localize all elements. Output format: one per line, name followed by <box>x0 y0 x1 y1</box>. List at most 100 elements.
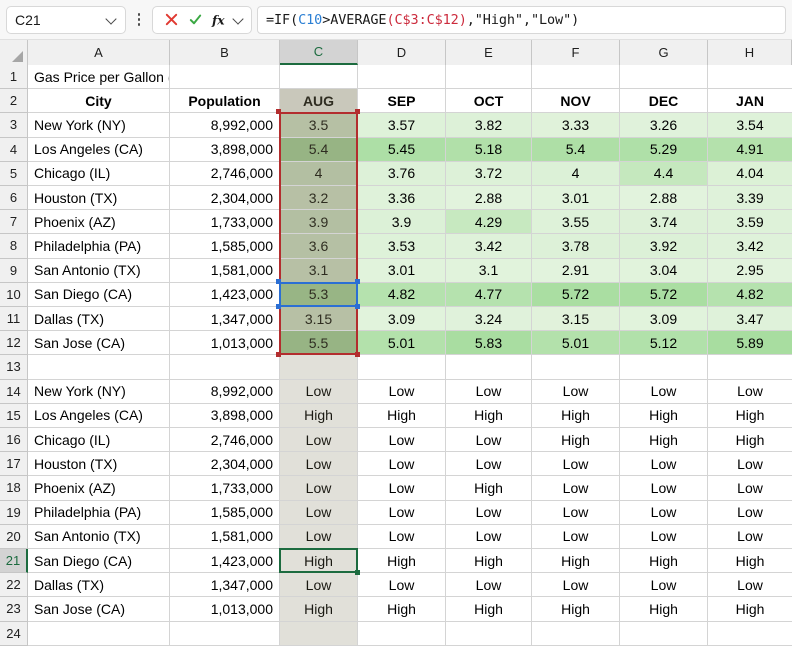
cell-B1[interactable] <box>170 65 280 90</box>
row-header-5[interactable]: 5 <box>0 161 28 186</box>
cell-H23[interactable]: High <box>708 597 792 622</box>
cell-C13[interactable] <box>280 355 358 380</box>
reference-cell-handle[interactable] <box>355 278 360 284</box>
column-header-f[interactable]: F <box>532 40 620 65</box>
cell-H5[interactable]: 4.04 <box>708 161 792 186</box>
spreadsheet-grid[interactable]: ABCDEFGH 1 2 3 4 5 6 7 8 9 10 11 12 13 14 15 16 17 18 19 20… <box>0 40 792 646</box>
cell-D4[interactable]: 5.45 <box>358 137 446 162</box>
cell-B8[interactable]: 1,585,000 <box>170 234 280 259</box>
cell-F3[interactable]: 3.33 <box>532 113 620 138</box>
row-header-7[interactable]: 7 <box>0 210 28 235</box>
cell-A23[interactable]: San Jose (CA) <box>28 597 170 622</box>
cell-D18[interactable]: Low <box>358 476 446 501</box>
cell-C22[interactable]: Low <box>280 573 358 598</box>
cell-F6[interactable]: 3.01 <box>532 186 620 211</box>
cell-G23[interactable]: High <box>620 597 708 622</box>
cell-C20[interactable]: Low <box>280 524 358 549</box>
cell-C9[interactable]: 3.1 <box>280 258 358 283</box>
cell-G8[interactable]: 3.92 <box>620 234 708 259</box>
row-header-8[interactable]: 8 <box>0 234 28 259</box>
cell-A20[interactable]: San Antonio (TX) <box>28 524 170 549</box>
cell-C10[interactable]: 5.3 <box>280 282 358 307</box>
chevron-down-icon[interactable] <box>106 14 117 25</box>
header-cell-H2[interactable]: JAN <box>708 89 792 114</box>
row-header-18[interactable]: 18 <box>0 476 28 501</box>
cell-F1[interactable] <box>532 65 620 90</box>
cell-A13[interactable] <box>28 355 170 380</box>
row-header-15[interactable]: 15 <box>0 403 28 428</box>
cell-H17[interactable]: Low <box>708 452 792 477</box>
cell-D9[interactable]: 3.01 <box>358 258 446 283</box>
cell-A3[interactable]: New York (NY) <box>28 113 170 138</box>
reference-cell-handle[interactable] <box>276 278 281 284</box>
cell-C23[interactable]: High <box>280 597 358 622</box>
cell-D5[interactable]: 3.76 <box>358 161 446 186</box>
cell-G22[interactable]: Low <box>620 573 708 598</box>
cell-B12[interactable]: 1,013,000 <box>170 331 280 356</box>
row-header-16[interactable]: 16 <box>0 428 28 453</box>
cell-A14[interactable]: New York (NY) <box>28 379 170 404</box>
cancel-x-icon[interactable] <box>160 9 182 31</box>
cell-A22[interactable]: Dallas (TX) <box>28 573 170 598</box>
cell-F17[interactable]: Low <box>532 452 620 477</box>
cell-B16[interactable]: 2,746,000 <box>170 428 280 453</box>
cell-B24[interactable] <box>170 621 280 646</box>
reference-range-handle[interactable] <box>276 352 281 358</box>
cell-H16[interactable]: High <box>708 428 792 453</box>
row-header-2[interactable]: 2 <box>0 89 28 114</box>
cell-F12[interactable]: 5.01 <box>532 331 620 356</box>
row-header-6[interactable]: 6 <box>0 186 28 211</box>
cell-F13[interactable] <box>532 355 620 380</box>
reference-cell-handle[interactable] <box>355 304 360 309</box>
cell-B19[interactable]: 1,585,000 <box>170 500 280 525</box>
cell-D10[interactable]: 4.82 <box>358 282 446 307</box>
column-header-h[interactable]: H <box>708 40 792 65</box>
cell-G12[interactable]: 5.12 <box>620 331 708 356</box>
cell-A6[interactable]: Houston (TX) <box>28 186 170 211</box>
cell-F24[interactable] <box>532 621 620 646</box>
header-cell-C2[interactable]: AUG <box>280 89 358 114</box>
cell-H18[interactable]: Low <box>708 476 792 501</box>
cell-F8[interactable]: 3.78 <box>532 234 620 259</box>
cell-H12[interactable]: 5.89 <box>708 331 792 356</box>
column-header-d[interactable]: D <box>358 40 446 65</box>
cell-C15[interactable]: High <box>280 403 358 428</box>
cell-F4[interactable]: 5.4 <box>532 137 620 162</box>
cell-F7[interactable]: 3.55 <box>532 210 620 235</box>
cell-F10[interactable]: 5.72 <box>532 282 620 307</box>
cell-C24[interactable] <box>280 621 358 646</box>
cell-A5[interactable]: Chicago (IL) <box>28 161 170 186</box>
cell-H22[interactable]: Low <box>708 573 792 598</box>
column-header-g[interactable]: G <box>620 40 708 65</box>
cell-G3[interactable]: 3.26 <box>620 113 708 138</box>
column-header-a[interactable]: A <box>28 40 170 65</box>
row-header-9[interactable]: 9 <box>0 258 28 283</box>
row-header-23[interactable]: 23 <box>0 597 28 622</box>
cell-B20[interactable]: 1,581,000 <box>170 524 280 549</box>
cell-F5[interactable]: 4 <box>532 161 620 186</box>
cell-E4[interactable]: 5.18 <box>446 137 532 162</box>
cell-G14[interactable]: Low <box>620 379 708 404</box>
cell-B6[interactable]: 2,304,000 <box>170 186 280 211</box>
cell-F18[interactable]: Low <box>532 476 620 501</box>
cell-G11[interactable]: 3.09 <box>620 307 708 332</box>
formula-input[interactable]: =IF(C10>AVERAGE(C$3:C$12),"High","Low") <box>257 5 786 34</box>
cell-B13[interactable] <box>170 355 280 380</box>
row-header-10[interactable]: 10 <box>0 282 28 307</box>
cell-F20[interactable]: Low <box>532 524 620 549</box>
cell-E1[interactable] <box>446 65 532 90</box>
cell-D15[interactable]: High <box>358 403 446 428</box>
column-header-c[interactable]: C <box>280 40 358 65</box>
cell-F16[interactable]: High <box>532 428 620 453</box>
cell-E14[interactable]: Low <box>446 379 532 404</box>
cell-H11[interactable]: 3.47 <box>708 307 792 332</box>
header-cell-G2[interactable]: DEC <box>620 89 708 114</box>
reference-range-handle[interactable] <box>276 109 281 115</box>
cell-E5[interactable]: 3.72 <box>446 161 532 186</box>
cell-G13[interactable] <box>620 355 708 380</box>
cell-F21[interactable]: High <box>532 549 620 574</box>
cell-B3[interactable]: 8,992,000 <box>170 113 280 138</box>
cell-H15[interactable]: High <box>708 404 792 428</box>
cell-E8[interactable]: 3.42 <box>446 234 532 259</box>
name-box[interactable]: C21 <box>6 5 126 34</box>
